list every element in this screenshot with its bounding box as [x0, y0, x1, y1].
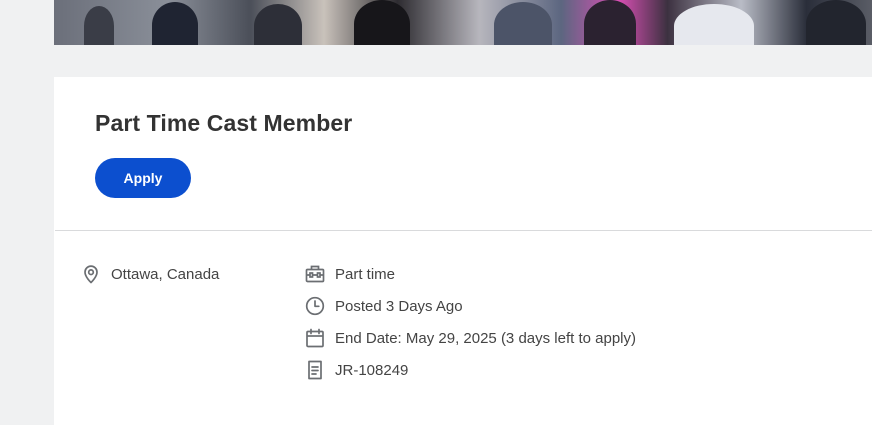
calendar-icon — [304, 327, 326, 349]
job-details-card: Part Time Cast Member Apply Ottawa, Cana… — [55, 77, 872, 425]
document-icon — [304, 359, 326, 381]
job-requisition-id: JR-108249 — [304, 359, 408, 381]
job-location: Ottawa, Canada — [80, 263, 219, 285]
job-posted: Posted 3 Days Ago — [304, 295, 463, 317]
page-gutter — [0, 0, 54, 425]
clock-icon — [304, 295, 326, 317]
job-title: Part Time Cast Member — [95, 110, 353, 136]
divider — [55, 230, 872, 231]
apply-button[interactable]: Apply — [95, 158, 191, 198]
job-posted-text: Posted 3 Days Ago — [335, 297, 463, 315]
job-location-text: Ottawa, Canada — [111, 265, 220, 283]
job-time-type: Part time — [304, 263, 395, 285]
briefcase-icon — [304, 263, 326, 285]
location-pin-icon — [80, 263, 102, 285]
job-end-date: End Date: May 29, 2025 (3 days left to a… — [304, 327, 636, 349]
job-end-date-text: End Date: May 29, 2025 (3 days left to a… — [335, 329, 637, 347]
banner-spacer — [54, 45, 872, 77]
job-requisition-id-text: JR-108249 — [335, 361, 409, 379]
job-time-type-text: Part time — [335, 265, 396, 283]
hero-banner-image — [54, 0, 872, 45]
